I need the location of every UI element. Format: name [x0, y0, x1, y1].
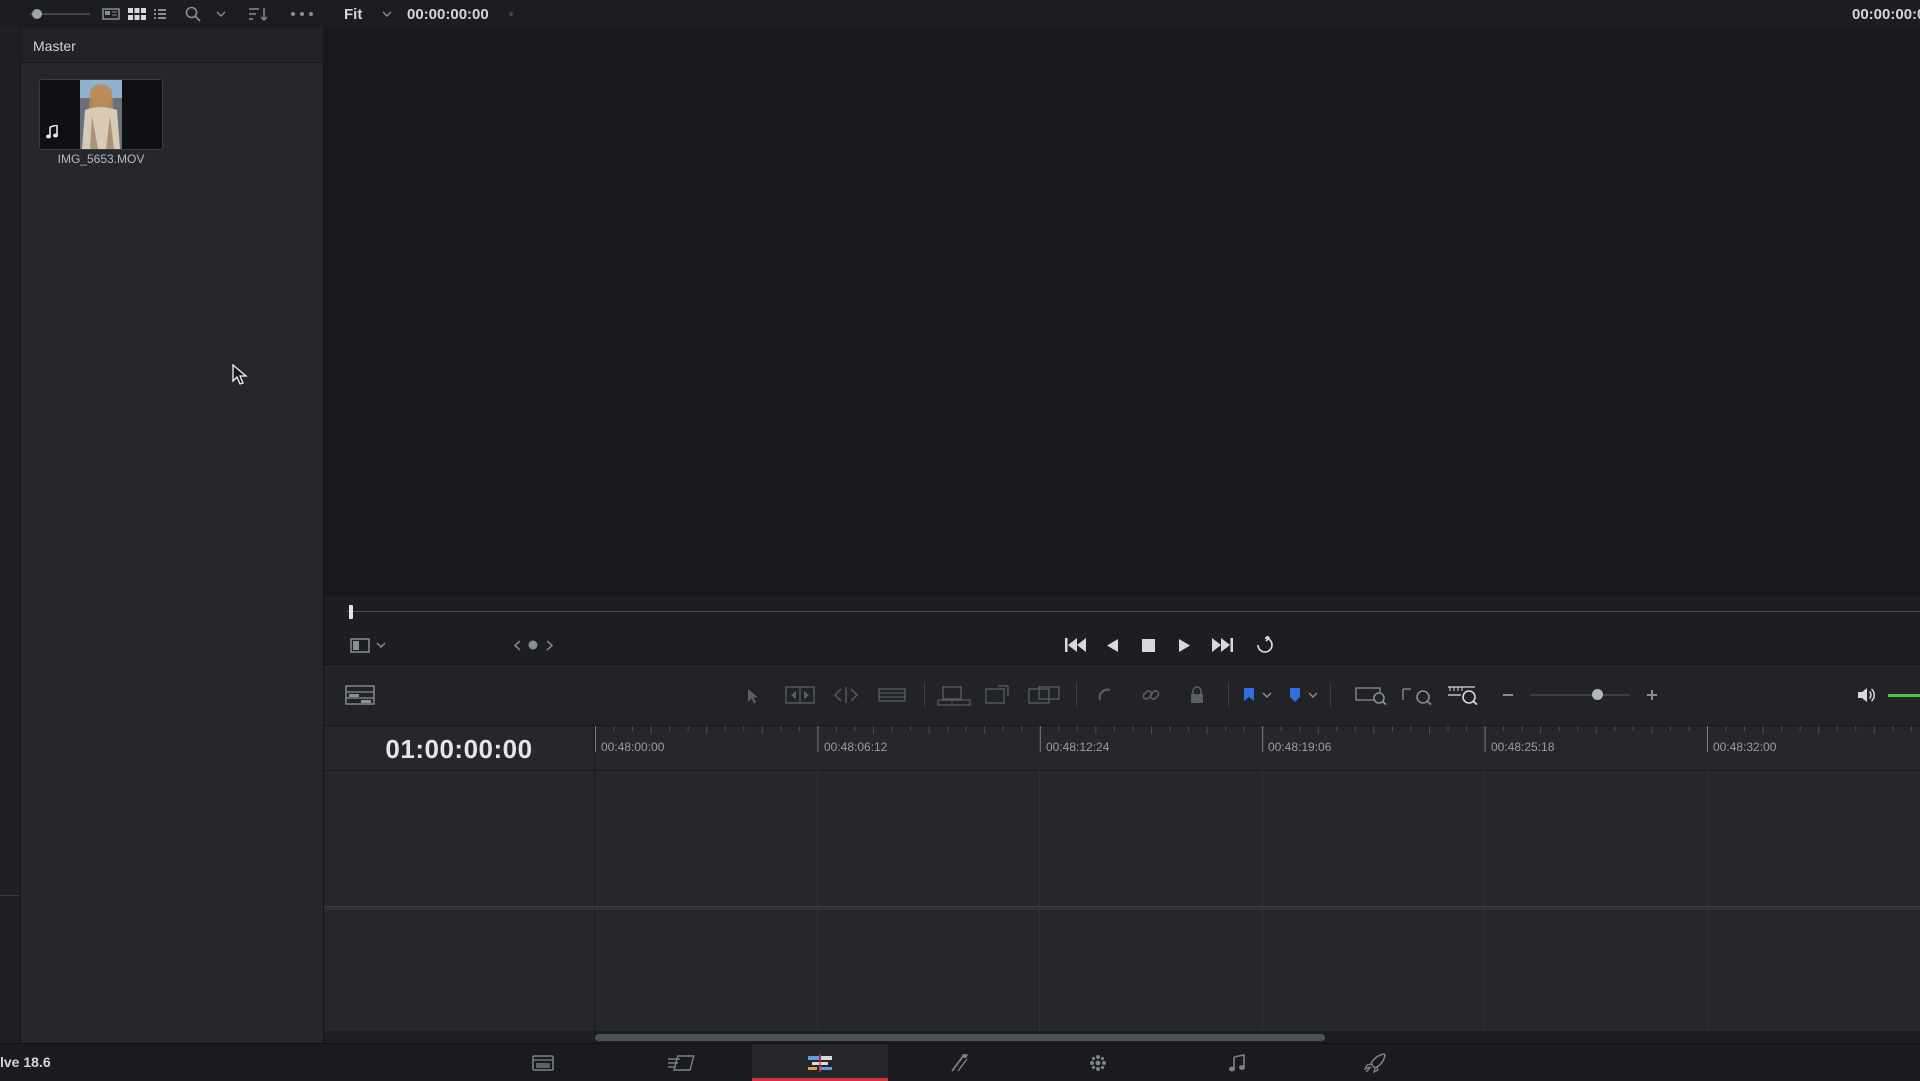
skip-to-end-icon[interactable] — [1208, 635, 1236, 655]
source-timecode: 00:00:00:00 — [407, 6, 489, 23]
page-tab-edit[interactable] — [752, 1044, 888, 1081]
viewer-layout-icon[interactable] — [348, 635, 372, 655]
timeline-horizontal-scrollbar[interactable] — [594, 1031, 1920, 1043]
clip-name: IMG_5653.MOV — [57, 152, 145, 166]
transport-controls — [324, 626, 1920, 665]
page-tab-fusion[interactable] — [891, 1044, 1027, 1081]
timeline-timecode-header: 01:00:00:00 — [324, 726, 595, 771]
next-frame-arrow-icon[interactable] — [542, 637, 556, 653]
scrollbar-thumb[interactable] — [595, 1034, 1325, 1041]
marker-icon[interactable] — [1284, 683, 1306, 707]
audio-note-icon — [45, 124, 59, 140]
ruler-label: 00:48:00:00 — [601, 740, 665, 754]
previous-frame-arrow-icon[interactable] — [510, 637, 524, 653]
thumbnail-size-slider[interactable] — [30, 8, 90, 20]
page-tab-fairlight[interactable] — [1169, 1044, 1305, 1081]
zoom-detail-icon[interactable] — [1400, 683, 1434, 707]
ruler-label: 00:48:12:24 — [1046, 740, 1110, 754]
media-page-icon — [532, 1054, 554, 1071]
zoom-custom-icon[interactable] — [1446, 683, 1480, 707]
more-options-icon[interactable] — [290, 6, 314, 22]
mouse-cursor-icon — [232, 364, 248, 386]
play-reverse-icon[interactable] — [1100, 635, 1124, 655]
fairlight-music-note-icon — [1229, 1053, 1245, 1071]
search-icon[interactable] — [182, 4, 204, 24]
blade-tool-icon[interactable] — [876, 684, 908, 706]
video-track-header[interactable] — [324, 771, 594, 906]
page-tab-deliver[interactable] — [1307, 1044, 1443, 1081]
viewer-zoom-dropdown[interactable]: Fit — [344, 0, 398, 28]
overwrite-clip-icon[interactable] — [982, 683, 1012, 707]
left-panel-strip — [0, 28, 21, 1043]
skip-to-start-icon[interactable] — [1062, 635, 1090, 655]
metadata-view-icon[interactable] — [100, 5, 122, 23]
cut-page-icon — [668, 1054, 695, 1071]
chevron-down-icon[interactable] — [1260, 687, 1274, 703]
zoom-slider-track[interactable] — [1530, 694, 1630, 696]
timecode-options-dot[interactable] — [509, 12, 513, 16]
page-tab-cut[interactable] — [613, 1044, 749, 1081]
media-pool-panel: Master IMG_5653.MOV — [21, 28, 324, 1043]
audio-track-header[interactable] — [324, 910, 594, 1031]
timeline-zoom-slider[interactable] — [1530, 687, 1630, 703]
zoom-full-extent-icon[interactable] — [1354, 683, 1388, 707]
timeline-viewer[interactable] — [324, 28, 1920, 596]
zoom-out-icon[interactable] — [1500, 687, 1516, 703]
ruler-label: 00:48:06:12 — [824, 740, 888, 754]
timeline-toolbar — [324, 665, 1920, 726]
linked-selection-icon[interactable] — [1138, 683, 1164, 707]
track-headers — [324, 771, 595, 1031]
scrubber-track[interactable] — [346, 611, 1920, 612]
play-icon[interactable] — [1172, 635, 1196, 655]
dynamic-trim-tool-icon[interactable] — [830, 684, 862, 706]
flag-icon[interactable] — [1238, 683, 1260, 707]
scrubber-playhead[interactable] — [349, 605, 353, 619]
viewer-scrubber[interactable] — [324, 596, 1920, 626]
clip-thumbnail[interactable] — [39, 79, 163, 150]
trim-edit-tool-icon[interactable] — [784, 684, 816, 706]
timeline-tracks[interactable] — [595, 771, 1920, 1031]
timeline-view-options-icon[interactable] — [344, 683, 376, 707]
slider-knob[interactable] — [32, 9, 42, 19]
fusion-page-icon — [951, 1053, 968, 1072]
deliver-rocket-icon — [1364, 1052, 1386, 1073]
selection-tool-icon[interactable] — [742, 685, 764, 707]
chevron-down-icon — [380, 6, 394, 22]
snapping-icon[interactable] — [1092, 683, 1118, 707]
chevron-down-icon[interactable] — [1306, 687, 1320, 703]
loop-icon[interactable] — [1252, 634, 1278, 656]
page-tab-media[interactable] — [475, 1044, 611, 1081]
record-timecode: 00:00:00:0 — [1852, 6, 1920, 23]
chevron-down-icon[interactable] — [214, 6, 228, 22]
edit-page-icon — [808, 1053, 832, 1072]
stop-icon[interactable] — [1136, 635, 1160, 655]
thumbnail-view-icon[interactable] — [126, 5, 148, 23]
top-toolbar: Fit 00:00:00:00 00:00:00:0 — [0, 0, 1920, 29]
page-tab-color[interactable] — [1030, 1044, 1166, 1081]
chevron-down-icon[interactable] — [374, 637, 388, 653]
ruler-label: 00:48:19:06 — [1268, 740, 1332, 754]
insert-clip-icon[interactable] — [936, 684, 972, 708]
list-view-icon[interactable] — [150, 5, 170, 23]
timeline-timecode[interactable]: 01:00:00:00 — [324, 734, 594, 765]
timeline-ruler[interactable]: 00:48:00:00 00:48:06:12 00:48:12:24 00:4… — [595, 726, 1920, 771]
viewer-zoom-label: Fit — [344, 6, 363, 23]
app-name: lve 18.6 — [0, 1054, 51, 1070]
track-divider[interactable] — [324, 906, 1920, 910]
sort-icon[interactable] — [246, 4, 270, 24]
jog-dot-icon[interactable] — [526, 637, 540, 653]
ruler-label: 00:48:32:00 — [1713, 740, 1777, 754]
clip-item[interactable]: IMG_5653.MOV — [21, 28, 181, 178]
replace-clip-icon[interactable] — [1026, 683, 1062, 707]
position-lock-icon[interactable] — [1184, 683, 1210, 707]
color-page-icon — [1090, 1054, 1106, 1071]
ruler-label: 00:48:25:18 — [1491, 740, 1555, 754]
zoom-in-icon[interactable] — [1644, 687, 1660, 703]
page-navigation-bar: lve 18.6 — [0, 1043, 1920, 1081]
zoom-slider-knob[interactable] — [1591, 689, 1603, 700]
volume-level-bar[interactable] — [1888, 694, 1920, 697]
speaker-icon[interactable] — [1854, 683, 1878, 707]
